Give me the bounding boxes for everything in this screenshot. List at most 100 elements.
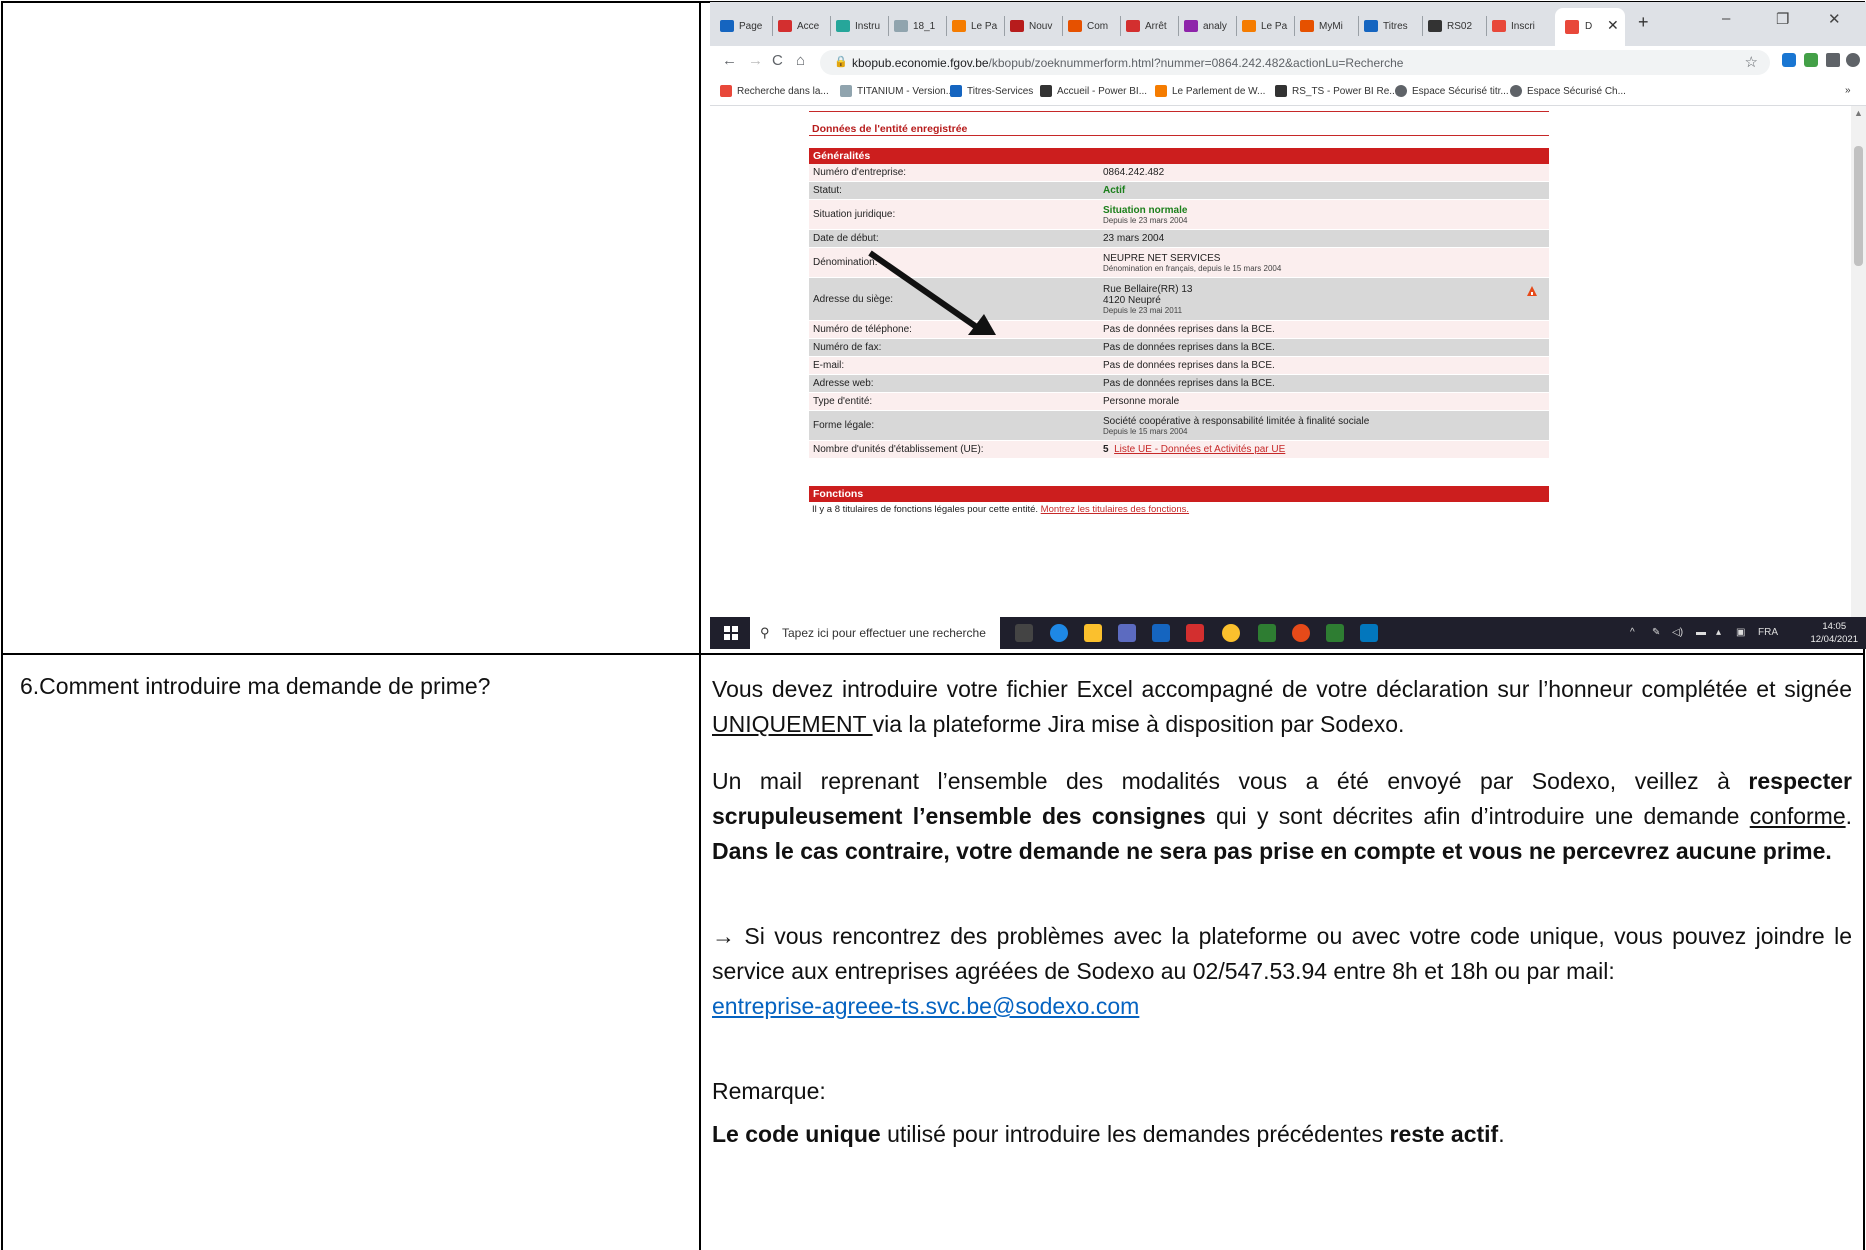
show-function-holders-link[interactable]: Montrez les titulaires des fonctions. (1041, 504, 1189, 515)
bookmark-item[interactable]: Le Parlement de W... (1155, 85, 1265, 97)
browser-tab[interactable]: Instru (836, 14, 880, 38)
task-view-icon[interactable] (1015, 624, 1033, 642)
lock-icon: 🔒 (834, 56, 848, 68)
browser-tab[interactable]: analy (1184, 14, 1227, 38)
bookmark-star-icon[interactable]: ☆ (1745, 53, 1758, 71)
row-key: Adresse du siège: (813, 293, 894, 305)
bold-text: Dans le cas contraire, votre demande ne … (712, 838, 1832, 864)
active-tab[interactable]: D ✕ (1555, 8, 1625, 46)
windows-start-icon[interactable] (724, 626, 738, 640)
table-row: Adresse web: Pas de données reprises dans… (809, 375, 1549, 393)
reload-icon[interactable]: C (772, 52, 783, 69)
tab-favicon-icon (1565, 20, 1579, 34)
word-icon[interactable] (1152, 624, 1170, 642)
row-value: Personne morale (1103, 396, 1180, 407)
battery-icon[interactable]: ▬ (1696, 627, 1706, 638)
text-run: Un mail reprenant l’ensemble des modalit… (712, 768, 1749, 794)
browser-tab[interactable]: Acce (778, 14, 819, 38)
bookmark-item[interactable]: Espace Sécurisé titr... (1395, 85, 1509, 97)
tab-favicon-icon (778, 20, 792, 32)
underlined-text: UNIQUEMENT (712, 711, 873, 737)
browser-tab[interactable]: Le Pa (952, 14, 997, 38)
browser-tab[interactable]: Le Pa (1242, 14, 1287, 38)
forward-icon[interactable]: → (748, 52, 763, 69)
close-window-icon[interactable]: ✕ (1828, 10, 1841, 28)
bookmark-item[interactable]: RS_TS - Power BI Re... (1275, 85, 1398, 97)
maximize-icon[interactable]: ❐ (1776, 10, 1789, 28)
bookmark-item[interactable]: Recherche dans la... (720, 85, 829, 97)
browser-tab[interactable]: Arrêt (1126, 14, 1167, 38)
bookmark-item[interactable]: Accueil - Power BI... (1040, 85, 1147, 97)
tab-favicon-icon (1184, 20, 1198, 32)
tab-label: Page (739, 20, 763, 32)
tab-label: Titres (1383, 20, 1408, 32)
answer-paragraph-1: Vous devez introduire votre fichier Exce… (712, 672, 1852, 742)
bookmark-label: Le Parlement de W... (1172, 85, 1266, 97)
extension-icon[interactable] (1782, 53, 1796, 67)
text-run: Vous devez introduire votre fichier Exce… (712, 676, 1852, 702)
browser-tab[interactable]: 18_1 (894, 14, 935, 38)
network-icon[interactable]: ▴ (1716, 627, 1721, 638)
taskbar-search[interactable]: ⚲ Tapez ici pour effectuer une recherche (750, 617, 1000, 649)
home-icon[interactable]: ⌂ (796, 52, 805, 69)
excel-icon[interactable] (1258, 624, 1276, 642)
browser-tab[interactable]: Titres (1364, 14, 1408, 38)
bookmark-item[interactable]: TITANIUM - Version... (840, 85, 954, 97)
pdf-icon[interactable] (1525, 284, 1539, 298)
teams-tray-icon[interactable]: ▣ (1736, 627, 1745, 638)
ue-list-link[interactable]: Liste UE - Données et Activités par UE (1114, 444, 1285, 455)
teams-icon[interactable] (1118, 624, 1136, 642)
scroll-up-icon[interactable]: ▲ (1854, 108, 1863, 118)
url-field[interactable]: 🔒 kbopub.economie.fgov.be/kbopub/zoeknum… (820, 50, 1770, 75)
bookmark-label: Accueil - Power BI... (1057, 85, 1148, 97)
extension-icon[interactable] (1804, 53, 1818, 67)
scrollbar-thumb[interactable] (1854, 146, 1863, 266)
puzzle-icon[interactable] (1826, 53, 1840, 67)
outlook-icon[interactable] (1360, 624, 1378, 642)
row-key: E-mail: (813, 360, 845, 371)
tab-label: Com (1087, 20, 1109, 32)
browser-tab[interactable]: Page (720, 14, 762, 38)
bookmarks-more[interactable]: » (1845, 85, 1851, 96)
chrome-icon[interactable] (1222, 624, 1240, 642)
app-icon[interactable] (1326, 624, 1344, 642)
acrobat-icon[interactable] (1186, 624, 1204, 642)
powerpoint-icon[interactable] (1292, 624, 1310, 642)
browser-tab[interactable]: MyMi (1300, 14, 1343, 38)
close-tab-icon[interactable]: ✕ (1607, 17, 1619, 34)
table-row: Numéro d'entreprise: 0864.242.482 (809, 164, 1549, 182)
bookmark-item[interactable]: Titres-Services (950, 85, 1033, 97)
browser-tab[interactable]: Inscri (1492, 14, 1535, 38)
browser-tab[interactable]: RS02 (1428, 14, 1472, 38)
new-tab-button[interactable]: + (1638, 12, 1649, 33)
windows-taskbar: ⚲ Tapez ici pour effectuer une recherche… (710, 617, 1866, 649)
table-row: Numéro de téléphone: Pas de données repri… (809, 321, 1549, 339)
tab-label: analy (1203, 20, 1227, 32)
remark-paragraph: Le code unique utilisé pour introduire l… (712, 1117, 1852, 1152)
column-divider (699, 3, 701, 1250)
volume-icon[interactable]: ◁) (1672, 627, 1683, 638)
tab-favicon-icon (720, 20, 734, 32)
vertical-scrollbar[interactable]: ▲ (1851, 106, 1866, 617)
back-icon[interactable]: ← (722, 52, 737, 69)
bookmark-item[interactable]: Espace Sécurisé Ch... (1510, 85, 1626, 97)
url-path: /kbopub/zoeknummerform.html?nummer=0864.… (988, 56, 1404, 70)
tray-chevron-icon[interactable]: ^ (1630, 627, 1635, 638)
language-indicator[interactable]: FRA (1758, 627, 1778, 638)
system-clock[interactable]: 14:05 12/04/2021 (1810, 620, 1858, 646)
tab-favicon-icon (894, 20, 908, 32)
text-run: . (1498, 1121, 1505, 1147)
minimize-icon[interactable]: – (1722, 10, 1730, 27)
row-value: Pas de données reprises dans la BCE. (1103, 342, 1275, 353)
edge-icon[interactable] (1050, 624, 1068, 642)
profile-icon[interactable] (1846, 53, 1860, 67)
file-explorer-icon[interactable] (1084, 624, 1102, 642)
bold-text: Le code unique (712, 1121, 881, 1147)
tab-favicon-icon (1428, 20, 1442, 32)
email-link[interactable]: entreprise-agreee-ts.svc.be@sodexo.com (712, 993, 1139, 1019)
tab-label: 18_1 (913, 20, 936, 32)
row-key: Numéro de téléphone: (813, 324, 912, 335)
browser-tab[interactable]: Nouv (1010, 14, 1052, 38)
browser-tab[interactable]: Com (1068, 14, 1108, 38)
pen-icon[interactable]: ✎ (1652, 627, 1660, 638)
